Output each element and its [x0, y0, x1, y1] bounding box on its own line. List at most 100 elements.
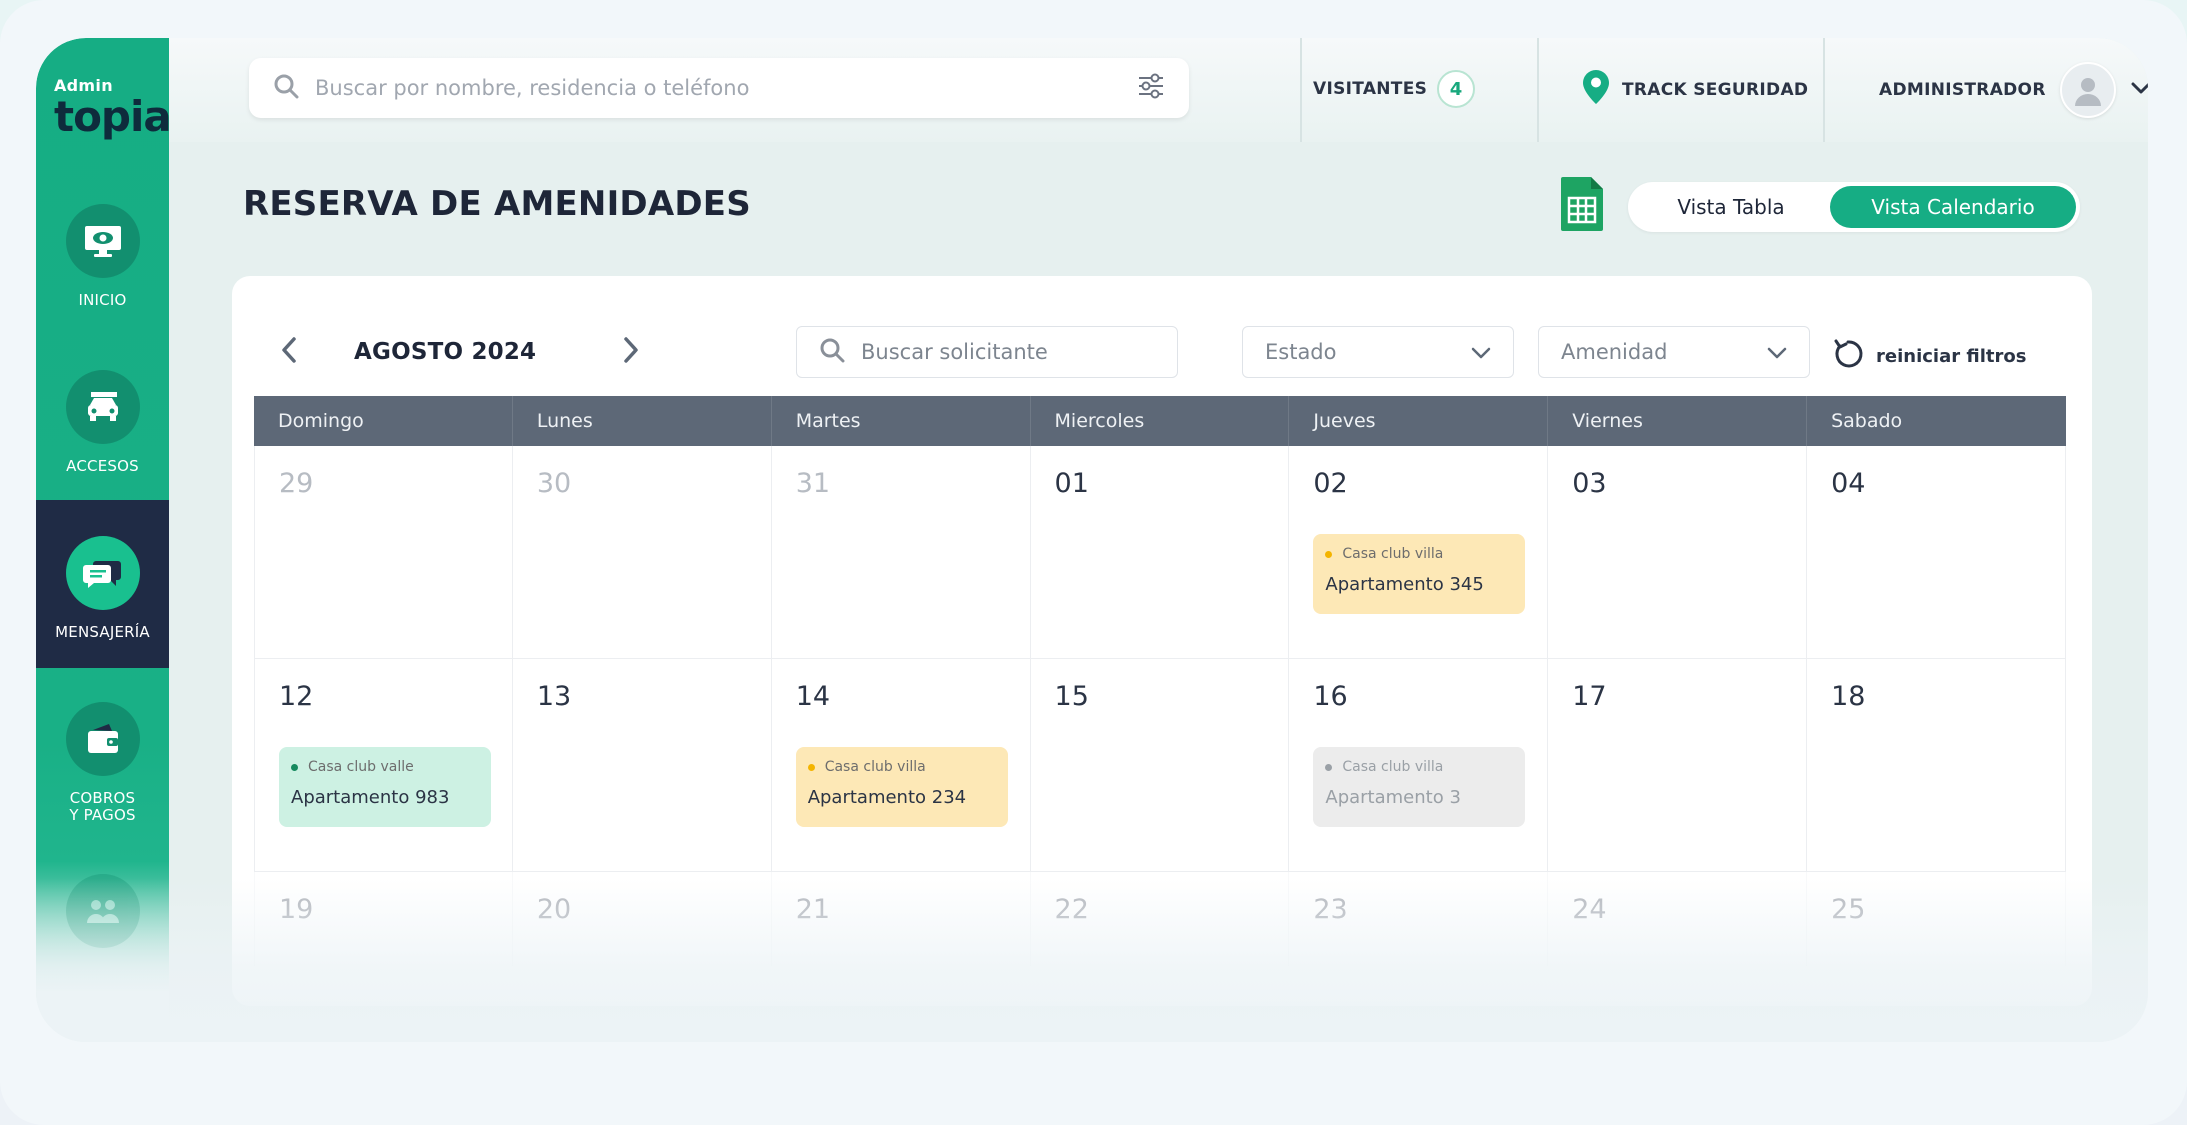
day-number: 22 [1054, 894, 1089, 925]
view-table-button[interactable]: Vista Tabla [1632, 186, 1830, 228]
day-number: 29 [279, 468, 314, 499]
filter-sliders-icon[interactable] [1137, 73, 1165, 103]
weekday-label: Lunes [513, 396, 772, 446]
calendar-week: 12 Casa club valle Apartamento 983 13 14 [254, 659, 2066, 872]
chevron-left-icon[interactable] [278, 336, 300, 368]
sidebar-item-usuarios[interactable] [36, 838, 169, 1006]
calendar-day[interactable]: 15 [1031, 659, 1290, 871]
status-dot [1325, 550, 1333, 558]
calendar-day[interactable]: 02 Casa club villa Apartamento 345 [1289, 446, 1549, 658]
sidebar-item-accesos[interactable]: ACCESOS [36, 334, 169, 502]
day-number: 14 [795, 681, 831, 712]
day-number: 24 [1572, 894, 1607, 925]
visitors-label: VISITANTES [1313, 79, 1428, 99]
view-calendar-button[interactable]: Vista Calendario [1830, 186, 2076, 228]
visitors-button[interactable]: VISITANTES 4 [1313, 70, 1476, 108]
avatar [2059, 62, 2116, 118]
calendar-day[interactable]: 12 Casa club valle Apartamento 983 [254, 659, 513, 871]
reset-filters-button[interactable]: reiniciar filtros [1832, 338, 2026, 375]
calendar-day[interactable]: 04 [1807, 446, 2066, 658]
status-dot [807, 763, 815, 771]
calendar-day[interactable]: 23 [1289, 872, 1549, 966]
weekday-label: Sabado [1831, 410, 1903, 432]
calendar-day[interactable]: 31 [772, 446, 1031, 658]
sidebar-item-label: MENSAJERÍA [55, 623, 150, 641]
calendar-day[interactable]: 01 [1031, 446, 1290, 658]
day-number: 20 [536, 894, 572, 925]
calendar-day[interactable]: 30 [513, 446, 772, 658]
status-dot [291, 763, 298, 771]
brand-logo: Admin topia [54, 76, 172, 139]
sidebar-item-inicio[interactable]: INICIO [36, 168, 169, 336]
reservation-event[interactable]: Casa club valle Apartamento 983 [279, 747, 491, 827]
sidebar-item-mensajeria[interactable]: MENSAJERÍA [36, 500, 169, 668]
calendar-day[interactable]: 03 [1548, 446, 1808, 658]
event-category: Casa club villa [807, 759, 996, 775]
reservation-event[interactable]: Casa club villa Apartamento 345 [1313, 534, 1526, 614]
spreadsheet-export-icon[interactable] [1560, 176, 1604, 236]
weekday-label: Domingo [254, 396, 513, 446]
calendar-day[interactable]: 13 [513, 659, 772, 871]
calendar-day[interactable]: 20 [513, 872, 772, 966]
sidebar-item-label: COBROS Y PAGOS [69, 789, 136, 824]
day-number: 12 [279, 681, 314, 712]
month-navigation: AGOSTO 2024 [278, 336, 642, 368]
reservation-event[interactable]: Casa club villa Apartamento 234 [795, 747, 1008, 827]
day-number: 17 [1572, 681, 1607, 712]
estado-select[interactable]: Estado [1242, 326, 1514, 378]
track-security-button[interactable]: TRACK SEGURIDAD [1582, 69, 1808, 110]
global-search-input[interactable]: Buscar por nombre, residencia o teléfono [249, 58, 1189, 118]
day-number: 03 [1572, 468, 1607, 499]
day-number: 21 [795, 894, 831, 925]
chevron-right-icon[interactable] [620, 336, 642, 368]
calendar-day[interactable]: 21 [772, 872, 1031, 966]
day-number: 18 [1831, 681, 1866, 712]
amenidad-select[interactable]: Amenidad [1538, 326, 1810, 378]
day-number: 30 [536, 468, 572, 499]
applicant-search-placeholder: Buscar solicitante [861, 340, 1048, 364]
month-label: AGOSTO 2024 [354, 339, 537, 365]
amenidad-label: Amenidad [1561, 340, 1668, 364]
calendar-week: 29 30 31 01 02 Casa club villa Apartamen… [254, 446, 2066, 659]
day-number: 16 [1313, 681, 1348, 712]
event-title: Apartamento 3 [1325, 787, 1461, 808]
event-category: Casa club villa [1325, 759, 1513, 775]
day-number: 15 [1054, 681, 1089, 712]
calendar-day[interactable]: 17 [1548, 659, 1808, 871]
calendar-day[interactable]: 18 [1807, 659, 2066, 871]
calendar-week: 19 20 21 22 23 24 25 [254, 872, 2066, 966]
day-number: 01 [1054, 468, 1089, 499]
calendar-grid: 29 30 31 01 02 Casa club villa Apartamen… [254, 446, 2066, 966]
sidebar-item-cobros[interactable]: COBROS Y PAGOS [36, 666, 169, 834]
admin-menu[interactable]: ADMINISTRADOR [1879, 62, 2148, 118]
event-category: Casa club villa [1325, 546, 1513, 562]
calendar-day[interactable]: 14 Casa club villa Apartamento 234 [772, 659, 1031, 871]
calendar-day[interactable]: 29 [254, 446, 513, 658]
sidebar-item-label: ACCESOS [66, 457, 139, 475]
chevron-down-icon[interactable] [2130, 80, 2148, 100]
weekday-label: Miercoles [1031, 396, 1290, 446]
weekday-label: Jueves [1289, 396, 1549, 446]
calendar-day[interactable]: 24 [1548, 872, 1808, 966]
day-number: 13 [536, 681, 572, 712]
search-placeholder: Buscar por nombre, residencia o teléfono [315, 76, 750, 100]
calendar-day[interactable]: 16 Casa club villa Apartamento 3 [1289, 659, 1549, 871]
applicant-search-input[interactable]: Buscar solicitante [796, 326, 1178, 378]
event-title: Apartamento 234 [807, 787, 967, 808]
reservation-event[interactable]: Casa club villa Apartamento 3 [1313, 747, 1526, 827]
calendar-day[interactable]: 22 [1031, 872, 1290, 966]
sidebar: Admin topia INICIO ACCESOS MENSAJERÍA CO… [36, 38, 172, 1042]
sidebar-item-label: INICIO [78, 291, 127, 309]
topbar-divider [1300, 38, 1302, 142]
topbar: Buscar por nombre, residencia o teléfono… [169, 38, 2148, 142]
weekday-header: Domingo Lunes Martes Miercoles Jueves Vi… [254, 396, 2066, 446]
search-icon [273, 73, 299, 103]
day-number: 31 [795, 468, 831, 499]
page-title: RESERVA DE AMENIDADES [243, 184, 751, 224]
topbar-divider [1537, 38, 1539, 142]
reset-label: reiniciar filtros [1876, 346, 2027, 367]
admin-label: ADMINISTRADOR [1879, 80, 2046, 100]
calendar-day[interactable]: 19 [254, 872, 513, 966]
calendar-day[interactable]: 25 [1807, 872, 2066, 966]
event-category: Casa club valle [291, 759, 479, 775]
